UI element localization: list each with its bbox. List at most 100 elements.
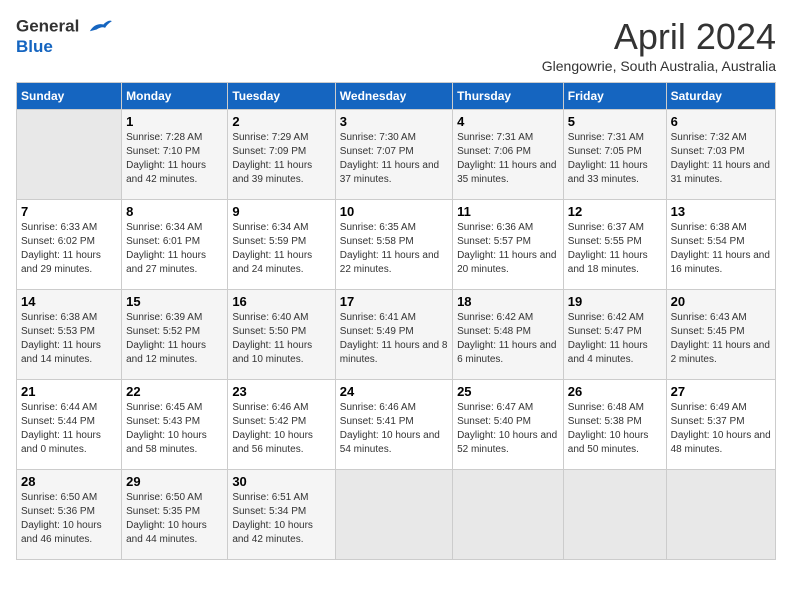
calendar-cell [335,470,452,560]
day-info: Sunrise: 6:33 AM Sunset: 6:02 PM Dayligh… [21,221,117,277]
calendar-cell: 27 Sunrise: 6:49 AM Sunset: 5:37 PM Dayl… [666,380,775,470]
day-number: 13 [671,204,771,219]
daylight: Daylight: 11 hours and 0 minutes. [21,430,101,455]
calendar-cell: 17 Sunrise: 6:41 AM Sunset: 5:49 PM Dayl… [335,290,452,380]
sunset: Sunset: 5:43 PM [126,416,200,427]
daylight: Daylight: 11 hours and 2 minutes. [671,340,770,365]
daylight: Daylight: 11 hours and 16 minutes. [671,250,770,275]
day-number: 9 [232,204,330,219]
day-number: 11 [457,204,559,219]
day-info: Sunrise: 7:31 AM Sunset: 7:06 PM Dayligh… [457,131,559,187]
sunrise: Sunrise: 6:51 AM [232,492,308,503]
daylight: Daylight: 10 hours and 42 minutes. [232,520,313,545]
header-row: SundayMondayTuesdayWednesdayThursdayFrid… [17,83,776,110]
calendar-cell: 10 Sunrise: 6:35 AM Sunset: 5:58 PM Dayl… [335,200,452,290]
sunset: Sunset: 5:57 PM [457,236,531,247]
daylight: Daylight: 11 hours and 10 minutes. [232,340,312,365]
daylight: Daylight: 11 hours and 31 minutes. [671,160,770,185]
day-number: 22 [126,384,223,399]
day-number: 20 [671,294,771,309]
daylight: Daylight: 11 hours and 42 minutes. [126,160,206,185]
day-number: 25 [457,384,559,399]
calendar-cell: 4 Sunrise: 7:31 AM Sunset: 7:06 PM Dayli… [453,110,564,200]
sunset: Sunset: 7:03 PM [671,146,745,157]
daylight: Daylight: 11 hours and 22 minutes. [340,250,439,275]
weekday-header: Sunday [17,83,122,110]
day-info: Sunrise: 6:39 AM Sunset: 5:52 PM Dayligh… [126,311,223,367]
calendar-cell: 20 Sunrise: 6:43 AM Sunset: 5:45 PM Dayl… [666,290,775,380]
day-number: 19 [568,294,662,309]
day-info: Sunrise: 6:34 AM Sunset: 5:59 PM Dayligh… [232,221,330,277]
calendar-week-row: 21 Sunrise: 6:44 AM Sunset: 5:44 PM Dayl… [17,380,776,470]
sunrise: Sunrise: 6:46 AM [232,402,308,413]
calendar-table: SundayMondayTuesdayWednesdayThursdayFrid… [16,82,776,560]
day-info: Sunrise: 6:47 AM Sunset: 5:40 PM Dayligh… [457,401,559,457]
sunset: Sunset: 5:38 PM [568,416,642,427]
weekday-header: Thursday [453,83,564,110]
sunrise: Sunrise: 6:34 AM [126,222,202,233]
calendar-cell: 24 Sunrise: 6:46 AM Sunset: 5:41 PM Dayl… [335,380,452,470]
sunrise: Sunrise: 6:34 AM [232,222,308,233]
weekday-header: Friday [563,83,666,110]
daylight: Daylight: 11 hours and 33 minutes. [568,160,648,185]
logo-text-line2: Blue [16,38,114,57]
logo-text-line1: General [16,16,114,38]
calendar-cell: 29 Sunrise: 6:50 AM Sunset: 5:35 PM Dayl… [122,470,228,560]
daylight: Daylight: 10 hours and 54 minutes. [340,430,440,455]
sunrise: Sunrise: 6:42 AM [457,312,533,323]
sunset: Sunset: 5:53 PM [21,326,95,337]
daylight: Daylight: 10 hours and 44 minutes. [126,520,207,545]
sunset: Sunset: 7:07 PM [340,146,414,157]
day-number: 1 [126,114,223,129]
sunrise: Sunrise: 7:31 AM [568,132,644,143]
day-info: Sunrise: 7:32 AM Sunset: 7:03 PM Dayligh… [671,131,771,187]
day-info: Sunrise: 6:45 AM Sunset: 5:43 PM Dayligh… [126,401,223,457]
day-info: Sunrise: 6:36 AM Sunset: 5:57 PM Dayligh… [457,221,559,277]
day-number: 17 [340,294,448,309]
sunrise: Sunrise: 6:46 AM [340,402,416,413]
calendar-cell: 30 Sunrise: 6:51 AM Sunset: 5:34 PM Dayl… [228,470,335,560]
day-info: Sunrise: 6:37 AM Sunset: 5:55 PM Dayligh… [568,221,662,277]
sunrise: Sunrise: 7:30 AM [340,132,416,143]
calendar-cell: 2 Sunrise: 7:29 AM Sunset: 7:09 PM Dayli… [228,110,335,200]
calendar-cell: 15 Sunrise: 6:39 AM Sunset: 5:52 PM Dayl… [122,290,228,380]
calendar-cell [563,470,666,560]
sunset: Sunset: 5:58 PM [340,236,414,247]
sunrise: Sunrise: 6:35 AM [340,222,416,233]
daylight: Daylight: 11 hours and 29 minutes. [21,250,101,275]
sunrise: Sunrise: 6:45 AM [126,402,202,413]
weekday-header: Monday [122,83,228,110]
sunset: Sunset: 5:54 PM [671,236,745,247]
weekday-header: Tuesday [228,83,335,110]
sunset: Sunset: 5:34 PM [232,506,306,517]
daylight: Daylight: 10 hours and 46 minutes. [21,520,102,545]
sunrise: Sunrise: 6:47 AM [457,402,533,413]
sunset: Sunset: 5:48 PM [457,326,531,337]
sunrise: Sunrise: 6:49 AM [671,402,747,413]
title-block: April 2024 Glengowrie, South Australia, … [542,16,776,74]
sunrise: Sunrise: 6:41 AM [340,312,416,323]
daylight: Daylight: 11 hours and 24 minutes. [232,250,312,275]
day-number: 7 [21,204,117,219]
calendar-cell: 11 Sunrise: 6:36 AM Sunset: 5:57 PM Dayl… [453,200,564,290]
calendar-cell: 7 Sunrise: 6:33 AM Sunset: 6:02 PM Dayli… [17,200,122,290]
daylight: Daylight: 11 hours and 12 minutes. [126,340,206,365]
calendar-cell: 22 Sunrise: 6:45 AM Sunset: 5:43 PM Dayl… [122,380,228,470]
sunrise: Sunrise: 6:43 AM [671,312,747,323]
day-number: 8 [126,204,223,219]
calendar-cell: 13 Sunrise: 6:38 AM Sunset: 5:54 PM Dayl… [666,200,775,290]
daylight: Daylight: 11 hours and 14 minutes. [21,340,101,365]
sunset: Sunset: 5:47 PM [568,326,642,337]
location: Glengowrie, South Australia, Australia [542,58,776,74]
calendar-cell: 6 Sunrise: 7:32 AM Sunset: 7:03 PM Dayli… [666,110,775,200]
day-number: 14 [21,294,117,309]
day-info: Sunrise: 6:42 AM Sunset: 5:48 PM Dayligh… [457,311,559,367]
calendar-cell: 21 Sunrise: 6:44 AM Sunset: 5:44 PM Dayl… [17,380,122,470]
sunset: Sunset: 5:55 PM [568,236,642,247]
calendar-cell: 23 Sunrise: 6:46 AM Sunset: 5:42 PM Dayl… [228,380,335,470]
sunset: Sunset: 5:40 PM [457,416,531,427]
daylight: Daylight: 10 hours and 52 minutes. [457,430,557,455]
day-number: 18 [457,294,559,309]
day-number: 21 [21,384,117,399]
weekday-header: Wednesday [335,83,452,110]
